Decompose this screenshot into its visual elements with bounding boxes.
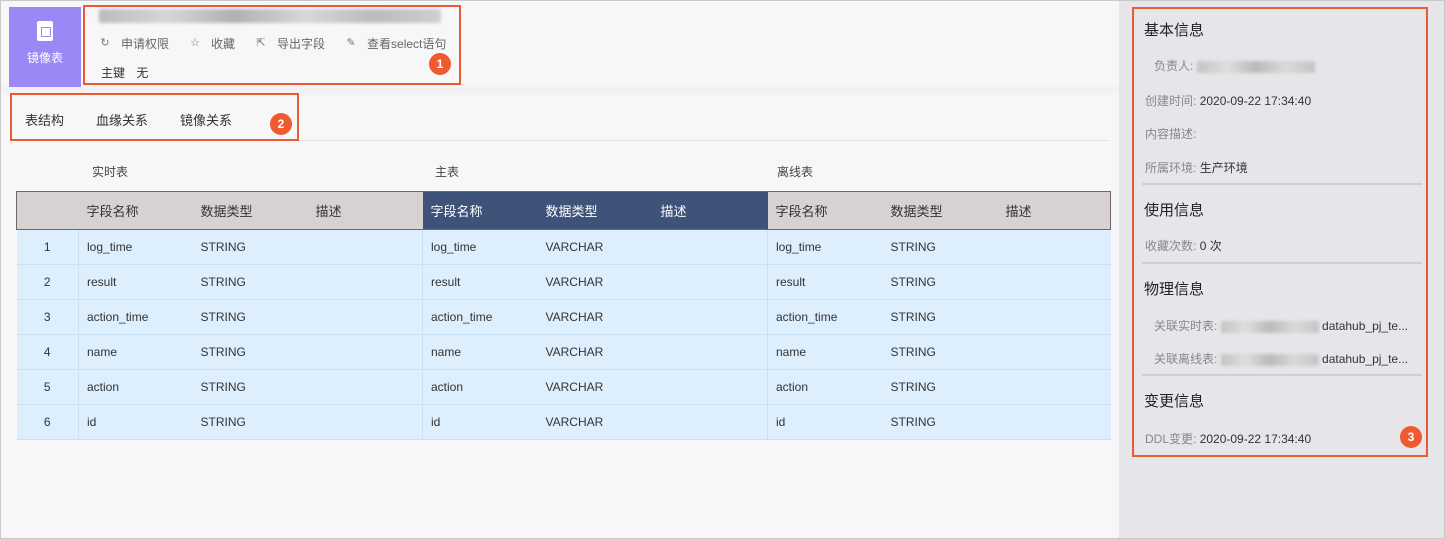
table-row[interactable]: 2 result STRING result VARCHAR result STRING — [16, 264, 1111, 300]
row-number-cell: 2 — [16, 264, 79, 300]
off-description-header: 描述 — [997, 191, 1111, 230]
annotation-box-header — [83, 5, 461, 85]
rt-field-name-cell: action_time — [78, 299, 193, 335]
table-row[interactable]: 4 name STRING name VARCHAR name STRING — [16, 334, 1111, 370]
main-data-type-cell: VARCHAR — [537, 299, 653, 335]
annotation-box-sidebar — [1132, 7, 1428, 457]
row-number-cell: 6 — [16, 404, 79, 440]
main-field-name-cell: action_time — [422, 299, 538, 335]
rt-description-cell — [307, 369, 423, 405]
main-description-cell — [652, 299, 768, 335]
off-description-cell — [997, 264, 1111, 300]
offline-table-label: 离线表 — [777, 165, 814, 179]
off-data-type-cell: STRING — [882, 334, 998, 370]
off-description-cell — [997, 404, 1111, 440]
annotation-marker-2: 2 — [270, 113, 292, 135]
annotation-box-tabs — [10, 93, 299, 141]
table-row[interactable]: 6 id STRING id VARCHAR id STRING — [16, 404, 1111, 440]
off-data-type-cell: STRING — [882, 299, 998, 335]
badge-label: 镜像表 — [26, 51, 63, 65]
table-row[interactable]: 5 action STRING action VARCHAR action STRING — [16, 369, 1111, 405]
rt-field-name-cell: log_time — [78, 229, 193, 265]
off-data-type-cell: STRING — [882, 264, 998, 300]
off-data-type-cell: STRING — [882, 369, 998, 405]
mirror-fields-table: 字段名称 数据类型 描述 字段名称 数据类型 描述 字段名称 数据类型 描述 1… — [16, 191, 1111, 440]
main-field-name-cell: log_time — [422, 229, 538, 265]
table-group-labels: 实时表 主表 离线表 — [16, 163, 1110, 179]
row-number-cell: 4 — [16, 334, 79, 370]
table-row[interactable]: 3 action_time STRING action_time VARCHAR acti… — [16, 299, 1111, 335]
main-field-name-cell: action — [422, 369, 538, 405]
main-description-cell — [652, 229, 768, 265]
rt-description-cell — [307, 299, 423, 335]
main-data-type-header: 数据类型 — [537, 191, 653, 230]
table-file-icon — [37, 21, 53, 41]
rt-data-type-cell: STRING — [192, 229, 308, 265]
rt-field-name-cell: action — [78, 369, 193, 405]
main-data-type-cell: VARCHAR — [537, 264, 653, 300]
main-field-name-header: 字段名称 — [422, 191, 538, 230]
rt-description-cell — [307, 264, 423, 300]
main-data-type-cell: VARCHAR — [537, 369, 653, 405]
row-number-header — [16, 191, 79, 230]
main-field-name-cell: id — [422, 404, 538, 440]
rt-data-type-cell: STRING — [192, 264, 308, 300]
realtime-table-label: 实时表 — [92, 165, 129, 179]
rt-description-header: 描述 — [307, 191, 423, 230]
main-description-cell — [652, 264, 768, 300]
rt-data-type-cell: STRING — [192, 369, 308, 405]
main-description-cell — [652, 334, 768, 370]
main-description-cell — [652, 404, 768, 440]
rt-field-name-cell: id — [78, 404, 193, 440]
annotation-marker-3: 3 — [1400, 426, 1422, 448]
table-type-badge: 镜像表 — [9, 7, 81, 87]
off-field-name-cell: action_time — [767, 299, 883, 335]
rt-field-name-header: 字段名称 — [78, 191, 193, 230]
row-number-cell: 1 — [16, 229, 79, 265]
rt-data-type-cell: STRING — [192, 299, 308, 335]
off-field-name-cell: log_time — [767, 229, 883, 265]
row-number-cell: 5 — [16, 369, 79, 405]
main-field-name-cell: result — [422, 264, 538, 300]
off-field-name-header: 字段名称 — [767, 191, 883, 230]
off-data-type-cell: STRING — [882, 404, 998, 440]
main-data-type-cell: VARCHAR — [537, 229, 653, 265]
rt-description-cell — [307, 334, 423, 370]
off-field-name-cell: result — [767, 264, 883, 300]
table-row[interactable]: 1 log_time STRING log_time VARCHAR log_time ST… — [16, 229, 1111, 265]
main-description-header: 描述 — [652, 191, 768, 230]
off-field-name-cell: action — [767, 369, 883, 405]
off-data-type-cell: STRING — [882, 229, 998, 265]
main-data-type-cell: VARCHAR — [537, 404, 653, 440]
off-description-cell — [997, 229, 1111, 265]
rt-description-cell — [307, 404, 423, 440]
main-table-label: 主表 — [435, 165, 460, 179]
rt-field-name-cell: name — [78, 334, 193, 370]
main-content: 表结构 血缘关系 镜像关系 实时表 主表 离线表 字段名称 数据类型 描述 字段… — [1, 95, 1119, 538]
row-number-cell: 3 — [16, 299, 79, 335]
off-description-cell — [997, 369, 1111, 405]
main-description-cell — [652, 369, 768, 405]
main-data-type-cell: VARCHAR — [537, 334, 653, 370]
rt-data-type-cell: STRING — [192, 404, 308, 440]
annotation-marker-1: 1 — [429, 53, 451, 75]
main-field-name-cell: name — [422, 334, 538, 370]
off-description-cell — [997, 334, 1111, 370]
rt-data-type-header: 数据类型 — [192, 191, 308, 230]
rt-data-type-cell: STRING — [192, 334, 308, 370]
rt-description-cell — [307, 229, 423, 265]
table-header-row: 字段名称 数据类型 描述 字段名称 数据类型 描述 字段名称 数据类型 描述 — [16, 191, 1111, 230]
off-data-type-header: 数据类型 — [882, 191, 998, 230]
off-field-name-cell: id — [767, 404, 883, 440]
off-description-cell — [997, 299, 1111, 335]
rt-field-name-cell: result — [78, 264, 193, 300]
off-field-name-cell: name — [767, 334, 883, 370]
